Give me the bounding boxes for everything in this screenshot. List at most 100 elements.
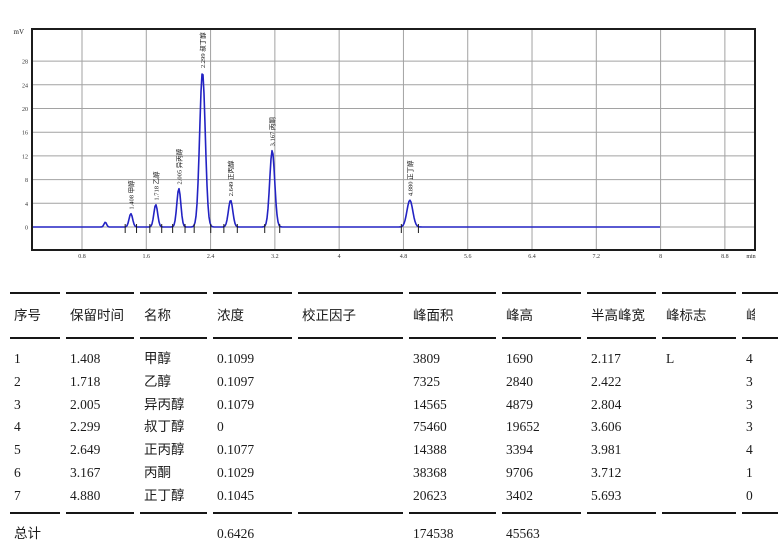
cell-extra: 4 bbox=[746, 351, 755, 366]
cell-rt: 2.299 bbox=[70, 419, 100, 434]
table-rule bbox=[587, 292, 656, 294]
cell-extra: 3 bbox=[746, 419, 755, 434]
cell-area: 14565 bbox=[413, 397, 447, 412]
table-rule bbox=[662, 337, 736, 339]
column-header-name: 名称 bbox=[144, 308, 171, 323]
table-rule bbox=[10, 337, 60, 339]
cell-halfwidth: 3.606 bbox=[591, 419, 621, 434]
cell-extra-clipped: 3 bbox=[746, 419, 755, 434]
cell-height: 2840 bbox=[506, 374, 533, 389]
cell-num: 7 bbox=[14, 488, 21, 503]
cell-rt: 3.167 bbox=[70, 465, 100, 480]
cell-halfwidth: 2.422 bbox=[591, 374, 621, 389]
table-rule bbox=[587, 337, 656, 339]
cell-extra: 3 bbox=[746, 397, 755, 412]
table-rule bbox=[66, 512, 134, 514]
total-conc: 0.6426 bbox=[217, 526, 254, 541]
cell-num: 3 bbox=[14, 397, 21, 412]
cell-num: 5 bbox=[14, 442, 21, 457]
cell-extra-clipped: 4 bbox=[746, 351, 755, 366]
cell-rt: 2.005 bbox=[70, 397, 100, 412]
table-rule bbox=[662, 512, 736, 514]
cell-extra-clipped: 1 bbox=[746, 465, 755, 480]
cell-extra-clipped: 0 bbox=[746, 488, 755, 503]
table-rule bbox=[298, 337, 403, 339]
cell-height: 9706 bbox=[506, 465, 533, 480]
cell-extra: 1 bbox=[746, 465, 755, 480]
table-rule bbox=[298, 512, 403, 514]
cell-halfwidth: 2.804 bbox=[591, 397, 621, 412]
cell-area: 75460 bbox=[413, 419, 447, 434]
total-area: 174538 bbox=[413, 526, 454, 541]
cell-halfwidth: 3.981 bbox=[591, 442, 621, 457]
cell-conc: 0 bbox=[217, 419, 224, 434]
table-rule bbox=[140, 292, 207, 294]
cell-halfwidth: 2.117 bbox=[591, 351, 621, 366]
cell-area: 20623 bbox=[413, 488, 447, 503]
table-rule bbox=[213, 292, 292, 294]
cell-name: 丙酮 bbox=[144, 465, 171, 480]
cell-extra-clipped: 3 bbox=[746, 397, 755, 412]
table-rule bbox=[502, 337, 581, 339]
table-rule bbox=[213, 337, 292, 339]
table-rule bbox=[140, 337, 207, 339]
cell-height: 3402 bbox=[506, 488, 533, 503]
table-rule bbox=[742, 337, 778, 339]
table-rule bbox=[140, 512, 207, 514]
cell-conc: 0.1099 bbox=[217, 351, 254, 366]
cell-height: 3394 bbox=[506, 442, 533, 457]
total-height: 45563 bbox=[506, 526, 540, 541]
table-rule bbox=[662, 292, 736, 294]
cell-height: 19652 bbox=[506, 419, 540, 434]
total-num: 总计 bbox=[14, 526, 41, 541]
cell-rt: 4.880 bbox=[70, 488, 100, 503]
table-rule bbox=[10, 292, 60, 294]
cell-extra: 0 bbox=[746, 488, 755, 503]
table-rule bbox=[409, 292, 496, 294]
chromatography-report: 1.408 甲醇1.718 乙醇2.005 异丙醇2.299 叔丁醇2.649 … bbox=[0, 0, 778, 551]
cell-extra: 4 bbox=[746, 442, 755, 457]
table-rule bbox=[409, 337, 496, 339]
cell-conc: 0.1045 bbox=[217, 488, 254, 503]
cell-num: 2 bbox=[14, 374, 21, 389]
table-rule bbox=[66, 292, 134, 294]
cell-conc: 0.1077 bbox=[217, 442, 254, 457]
table-rule bbox=[587, 512, 656, 514]
cell-extra-clipped: 3 bbox=[746, 374, 755, 389]
cell-area: 7325 bbox=[413, 374, 440, 389]
cell-conc: 0.1097 bbox=[217, 374, 254, 389]
cell-rt: 1.718 bbox=[70, 374, 100, 389]
column-header-halfwidth: 半高峰宽 bbox=[591, 308, 645, 323]
cell-extra: 3 bbox=[746, 374, 755, 389]
table-rule bbox=[298, 292, 403, 294]
table-rule bbox=[213, 512, 292, 514]
peak-table: 序号保留时间名称浓度校正因子峰面积峰高半高峰宽峰标志峰11.408甲醇0.109… bbox=[0, 0, 778, 551]
cell-name: 异丙醇 bbox=[144, 397, 185, 412]
cell-name: 正丁醇 bbox=[144, 488, 185, 503]
column-header-rt: 保留时间 bbox=[70, 308, 124, 323]
cell-name: 乙醇 bbox=[144, 374, 171, 389]
cell-num: 1 bbox=[14, 351, 21, 366]
cell-area: 14388 bbox=[413, 442, 447, 457]
column-header-conc: 浓度 bbox=[217, 308, 244, 323]
cell-halfwidth: 5.693 bbox=[591, 488, 621, 503]
table-rule bbox=[502, 292, 581, 294]
column-header-mark: 峰标志 bbox=[666, 308, 707, 323]
table-rule bbox=[742, 292, 778, 294]
cell-height: 1690 bbox=[506, 351, 533, 366]
cell-conc: 0.1079 bbox=[217, 397, 254, 412]
cell-name: 甲醇 bbox=[144, 351, 171, 366]
cell-conc: 0.1029 bbox=[217, 465, 254, 480]
cell-num: 4 bbox=[14, 419, 21, 434]
cell-halfwidth: 3.712 bbox=[591, 465, 621, 480]
cell-num: 6 bbox=[14, 465, 21, 480]
cell-name: 叔丁醇 bbox=[144, 419, 185, 434]
column-header-area: 峰面积 bbox=[413, 308, 454, 323]
column-header-num: 序号 bbox=[14, 308, 41, 323]
cell-mark: L bbox=[666, 351, 674, 366]
table-rule bbox=[66, 337, 134, 339]
table-rule bbox=[742, 512, 778, 514]
table-rule bbox=[502, 512, 581, 514]
cell-rt: 2.649 bbox=[70, 442, 100, 457]
cell-area: 3809 bbox=[413, 351, 440, 366]
